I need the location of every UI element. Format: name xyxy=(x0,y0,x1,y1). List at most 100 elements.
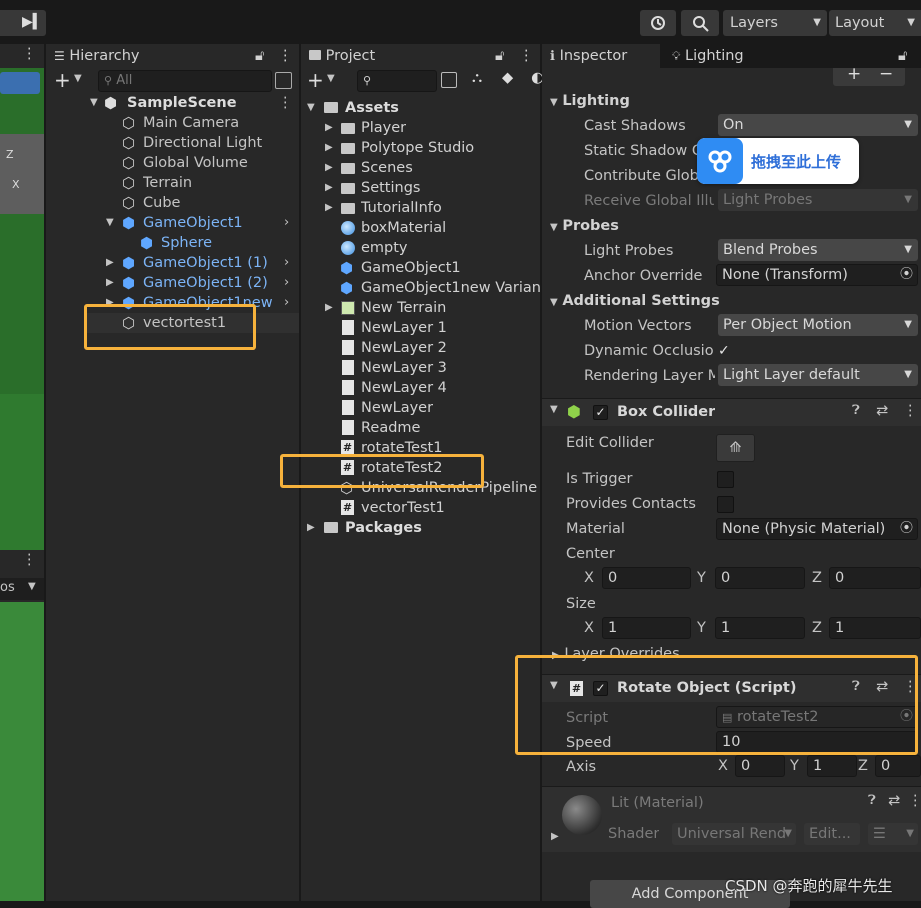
expand-arrow-icon[interactable]: ▶ xyxy=(325,118,333,138)
project-item[interactable]: Readme xyxy=(305,418,540,438)
help-icon[interactable]: ❓︎ xyxy=(868,793,876,808)
assets-row[interactable]: ▼ Assets xyxy=(305,98,540,118)
project-item[interactable]: # vectorTest1 xyxy=(305,498,540,518)
presets-icon[interactable]: ⇄ xyxy=(876,403,888,419)
light-probes-dropdown[interactable]: Blend Probes ▼ xyxy=(718,239,918,261)
project-item[interactable]: NewLayer 1 xyxy=(305,318,540,338)
project-item[interactable]: NewLayer xyxy=(305,398,540,418)
project-item[interactable]: ▶ Scenes xyxy=(305,158,540,178)
add-icon[interactable]: + xyxy=(54,68,71,92)
center-y-input[interactable]: 0 xyxy=(715,567,805,589)
filter-label-icon[interactable]: ⛬ xyxy=(472,70,482,86)
project-item[interactable]: ▶ TutorialInfo xyxy=(305,198,540,218)
section-probes[interactable]: ▼ Probes xyxy=(550,216,910,236)
scene-view[interactable]: ⋮ Z X xyxy=(0,44,44,550)
size-y-input[interactable]: 1 xyxy=(715,617,805,639)
hierarchy-item[interactable]: ⬡ Terrain xyxy=(86,173,299,193)
expand-arrow-icon[interactable]: ▶ xyxy=(325,198,333,218)
project-item[interactable]: ▶ Polytope Studio xyxy=(305,138,540,158)
anchor-override-field[interactable]: None (Transform) ⦿ xyxy=(716,264,918,286)
lock-icon[interactable]: 🔓︎ xyxy=(255,44,264,68)
chevron-right-icon[interactable]: › xyxy=(284,253,289,273)
expand-arrow-icon[interactable]: ▼ xyxy=(307,98,315,118)
center-z-input[interactable]: 0 xyxy=(829,567,921,589)
axis-y-input[interactable]: 1 xyxy=(807,755,857,777)
chevron-down-icon[interactable]: ▼ xyxy=(327,73,335,84)
expand-arrow-icon[interactable]: ▼ xyxy=(90,93,98,113)
gizmo-toggle[interactable] xyxy=(0,72,40,94)
expand-arrow-icon[interactable]: ▼ xyxy=(106,213,114,233)
hierarchy-item[interactable]: ⬢ Sphere xyxy=(86,233,299,253)
add-icon[interactable]: + xyxy=(847,64,861,84)
shader-edit-button[interactable]: Edit... xyxy=(804,823,860,845)
dynamic-occlusion-checkbox[interactable]: ✓ xyxy=(718,343,734,359)
expand-arrow-icon[interactable]: ▶ xyxy=(325,138,333,158)
more-icon[interactable]: ⋮ xyxy=(278,44,293,68)
more-icon[interactable]: ⋮ xyxy=(903,403,918,419)
enabled-checkbox[interactable]: ✓ xyxy=(593,405,608,420)
rendering-layer-dropdown[interactable]: Light Layer default ▼ xyxy=(718,364,918,386)
material-header[interactable]: ▶ Lit (Material) Shader Universal Rend ▼… xyxy=(542,786,921,852)
collapse-arrow-icon[interactable]: ▶ xyxy=(106,253,114,273)
search-button[interactable] xyxy=(681,10,719,36)
project-item[interactable]: ▶ New Terrain xyxy=(305,298,540,318)
project-item[interactable]: boxMaterial xyxy=(305,218,540,238)
hierarchy-item[interactable]: ⬡ Global Volume xyxy=(86,153,299,173)
chevron-right-icon[interactable]: › xyxy=(284,273,289,293)
more-icon[interactable]: ⋮ xyxy=(908,793,921,809)
hierarchy-search-input[interactable]: ⚲ All xyxy=(98,70,272,92)
lock-icon[interactable]: 🔓︎ xyxy=(495,44,504,68)
game-view[interactable]: ⋮ os ▼ xyxy=(0,550,44,901)
collapse-arrow-icon[interactable]: ▶ xyxy=(106,273,114,293)
project-item[interactable]: NewLayer 4 xyxy=(305,378,540,398)
expand-arrow-icon[interactable]: ▶ xyxy=(325,178,333,198)
lock-icon[interactable]: 🔓︎ xyxy=(898,44,907,68)
expand-arrow-icon[interactable]: ▶ xyxy=(307,518,315,538)
size-z-input[interactable]: 1 xyxy=(829,617,921,639)
more-icon[interactable]: ⋮ xyxy=(278,93,293,113)
tab-hierarchy[interactable]: ☰ Hierarchy 🔓︎ ⋮ xyxy=(46,44,299,68)
object-picker-icon[interactable]: ⦿ xyxy=(900,265,913,285)
chevron-right-icon[interactable]: › xyxy=(284,213,289,233)
size-x-input[interactable]: 1 xyxy=(602,617,691,639)
motion-vectors-dropdown[interactable]: Per Object Motion ▼ xyxy=(718,314,918,336)
project-item[interactable]: ⬢ GameObject1 xyxy=(305,258,540,278)
hierarchy-item[interactable]: ⬡ Main Camera xyxy=(86,113,299,133)
expand-icon[interactable] xyxy=(275,72,292,89)
more-icon[interactable]: ⋮ xyxy=(22,46,37,62)
edit-collider-button[interactable]: ⟰ xyxy=(716,434,755,462)
center-x-input[interactable]: 0 xyxy=(602,567,691,589)
receive-gi-dropdown[interactable]: Light Probes ▼ xyxy=(718,189,918,211)
shader-options-dropdown[interactable]: ☰ ▼ xyxy=(868,823,918,845)
tag-icon[interactable]: ◆ xyxy=(502,70,513,86)
scene-gizmo[interactable]: Z X xyxy=(0,134,44,214)
hierarchy-item[interactable]: ▶ ⬢ GameObject1 (2) › xyxy=(86,273,299,293)
chevron-right-icon[interactable]: › xyxy=(284,293,289,313)
project-search-input[interactable]: ⚲ xyxy=(357,70,437,92)
more-icon[interactable]: ⋮ xyxy=(519,44,534,68)
remove-icon[interactable]: − xyxy=(879,64,893,84)
scene-row[interactable]: ▼ ⬢ SampleScene ⋮ xyxy=(86,93,299,113)
chevron-down-icon[interactable]: ▼ xyxy=(74,73,82,84)
presets-icon[interactable]: ⇄ xyxy=(888,793,900,809)
step-button[interactable]: ▶▍ xyxy=(0,10,46,36)
upload-badge[interactable]: 拖拽至此上传 xyxy=(697,138,859,184)
project-item[interactable]: NewLayer 3 xyxy=(305,358,540,378)
hierarchy-item[interactable]: ⬡ Directional Light xyxy=(86,133,299,153)
provides-contacts-checkbox[interactable] xyxy=(717,496,734,513)
add-icon[interactable]: + xyxy=(307,68,324,92)
material-field[interactable]: None (Physic Material) ⦿ xyxy=(716,518,918,540)
help-icon[interactable]: ❓︎ xyxy=(852,403,860,418)
box-collider-header[interactable]: ▼ ⬢ ✓ Box Collider ❓︎ ⇄ ⋮ xyxy=(542,398,921,426)
project-item[interactable]: ⬢ GameObject1new Varian xyxy=(305,278,540,298)
project-item[interactable]: empty xyxy=(305,238,540,258)
layout-dropdown[interactable]: Layout ▼ xyxy=(829,10,921,36)
tab-project[interactable]: Project 🔓︎ ⋮ xyxy=(301,44,540,68)
history-button[interactable] xyxy=(640,10,676,36)
is-trigger-checkbox[interactable] xyxy=(717,471,734,488)
section-additional-settings[interactable]: ▼ Additional Settings xyxy=(550,291,910,311)
hierarchy-item[interactable]: ▼ ⬢ GameObject1 › xyxy=(86,213,299,233)
expand-arrow-icon[interactable]: ▶ xyxy=(325,298,333,318)
axis-x-input[interactable]: 0 xyxy=(735,755,785,777)
expand-arrow-icon[interactable]: ▶ xyxy=(551,831,559,842)
